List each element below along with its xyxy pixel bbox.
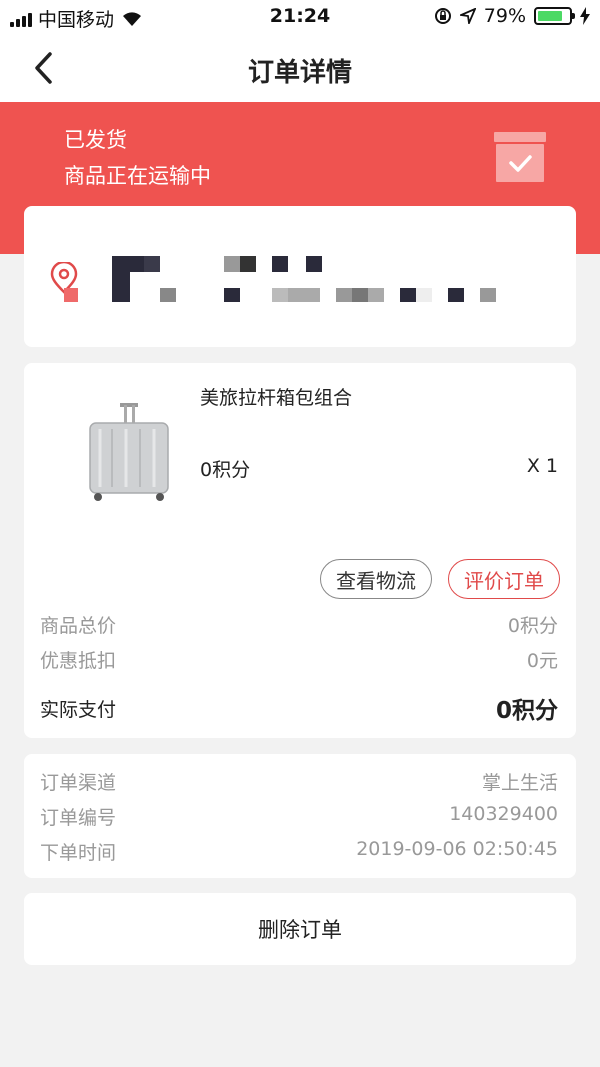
review-order-button[interactable]: 评价订单	[448, 559, 560, 599]
order-number-row: 订单编号 140329400	[40, 803, 558, 830]
discount-value: 0元	[526, 650, 558, 672]
rotation-lock-icon	[434, 8, 451, 24]
battery-icon	[534, 7, 575, 25]
order-channel-label: 订单渠道	[40, 772, 117, 794]
order-channel-value: 掌上生活	[481, 772, 558, 794]
total-price-row: 商品总价 0积分	[40, 611, 558, 638]
package-check-icon	[494, 132, 546, 182]
goods-quantity: X 1	[526, 455, 558, 477]
order-status-subtitle: 商品正在运输中	[64, 164, 211, 188]
order-channel-row: 订单渠道 掌上生活	[40, 768, 558, 795]
charging-bolt-icon	[580, 7, 590, 25]
navigation-bar: 订单详情	[0, 34, 600, 102]
total-price-label: 商品总价	[40, 615, 117, 637]
discount-label: 优惠抵扣	[40, 650, 117, 672]
battery-percent: 79%	[483, 5, 526, 27]
order-time-row: 下单时间 2019-09-06 02:50:45	[40, 838, 558, 865]
view-logistics-button[interactable]: 查看物流	[320, 559, 432, 599]
location-arrow-icon	[459, 8, 476, 24]
goods-price: 0积分	[200, 459, 251, 481]
status-bar: 中国移动 21:24 79%	[0, 0, 600, 34]
order-status: 已发货	[64, 128, 127, 152]
discount-row: 优惠抵扣 0元	[40, 646, 558, 673]
delete-order-button[interactable]: 删除订单	[24, 893, 576, 965]
order-number-label: 订单编号	[40, 807, 117, 829]
goods-name[interactable]: 美旅拉杆箱包组合	[200, 383, 352, 410]
suitcase-product-image[interactable]	[84, 403, 174, 503]
goods-card: 美旅拉杆箱包组合 0积分 X 1 查看物流 评价订单 商品总价 0积分 优惠抵扣…	[24, 363, 576, 738]
page-title: 订单详情	[247, 58, 352, 88]
delete-order-label: 删除订单	[258, 918, 342, 942]
actual-payment-label: 实际支付	[40, 698, 117, 721]
order-time-value: 2019-09-06 02:50:45	[356, 838, 558, 860]
order-number-value: 140329400	[449, 803, 558, 825]
actual-payment-row: 实际支付 0积分	[40, 691, 558, 725]
total-price-value: 0积分	[507, 615, 558, 637]
order-time-label: 下单时间	[40, 842, 117, 864]
address-card[interactable]	[24, 206, 576, 347]
actual-payment-value: 0积分	[495, 698, 558, 724]
location-pin-icon	[50, 262, 78, 302]
status-right: 79%	[434, 5, 590, 27]
order-info-card: 订单渠道 掌上生活 订单编号 140329400 下单时间 2019-09-06…	[24, 754, 576, 878]
battery-level	[538, 11, 562, 21]
